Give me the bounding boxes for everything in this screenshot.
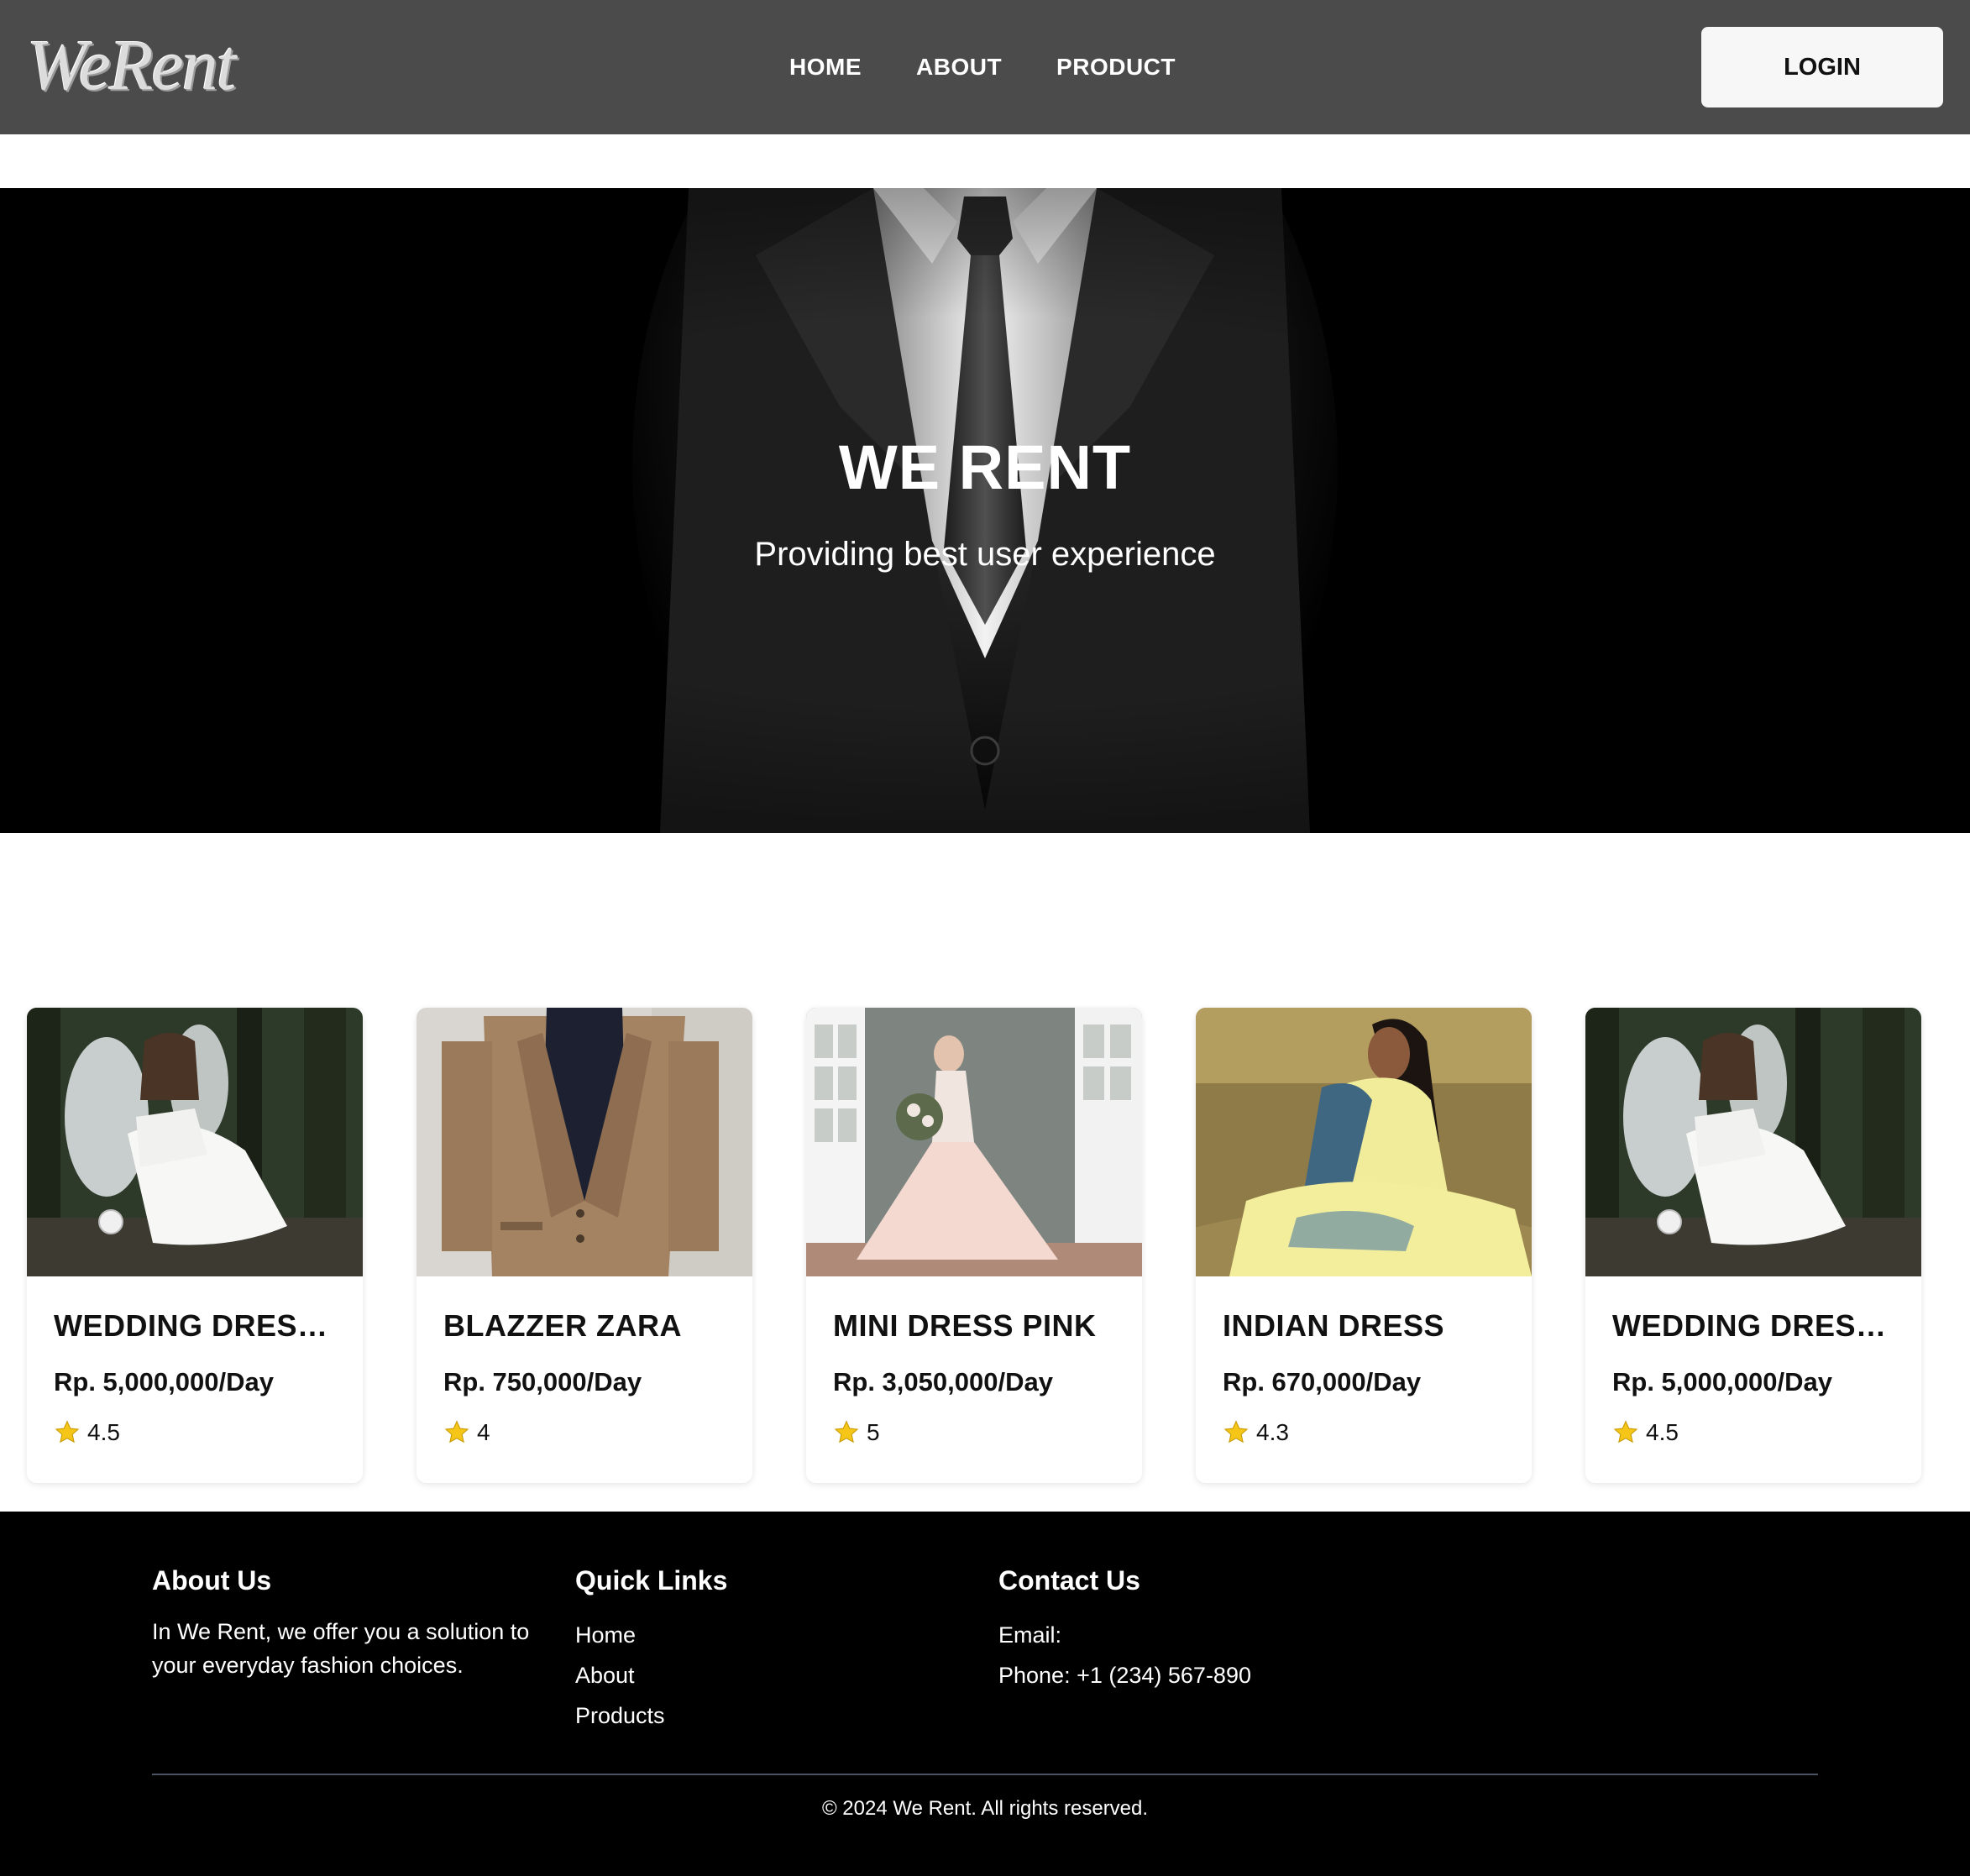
product-rating: 4.3 xyxy=(1223,1419,1289,1446)
star-icon xyxy=(444,1420,469,1444)
footer-quick-links-heading: Quick Links xyxy=(575,1565,728,1596)
footer-phone: Phone: +1 (234) 567-890 xyxy=(998,1663,1251,1688)
login-button[interactable]: LOGIN xyxy=(1701,27,1943,107)
product-image-indian-dress xyxy=(1196,1008,1532,1276)
product-title: WEDDING DRESS FAIRY xyxy=(1612,1308,1898,1343)
hero-title: WE RENT xyxy=(838,432,1132,502)
product-rating: 4.5 xyxy=(1612,1419,1679,1446)
hero-subtitle: Providing best user experience xyxy=(754,536,1216,573)
nav-link-home[interactable]: HOME xyxy=(789,54,862,81)
rating-value: 4.5 xyxy=(87,1419,120,1445)
product-image-pink-dress xyxy=(806,1008,1142,1276)
footer-quick-links: Quick Links Home About Products xyxy=(575,1565,727,1736)
product-image-fairy-dress xyxy=(1585,1008,1921,1276)
star-icon xyxy=(1613,1420,1638,1444)
product-title: BLAZZER ZARA xyxy=(443,1308,682,1343)
footer-about: About Us In We Rent, we offer you a solu… xyxy=(152,1565,555,1682)
footer-copyright: © 2024 We Rent. All rights reserved. xyxy=(821,1797,1149,1820)
product-title: WEDDING DRESS FAIRY xyxy=(54,1308,339,1343)
star-icon xyxy=(834,1420,859,1444)
navbar: WeRent HOME ABOUT PRODUCT LOGIN xyxy=(0,0,1970,134)
nav-link-product[interactable]: PRODUCT xyxy=(1056,54,1176,81)
product-title: MINI DRESS PINK xyxy=(833,1308,1097,1343)
footer-contact: Contact Us Email: Phone: +1 (234) 567-89… xyxy=(998,1565,1251,1695)
footer-link-home[interactable]: Home xyxy=(575,1615,727,1655)
product-card[interactable]: WEDDING DRESS FAIRY Rp. 5,000,000/Day 4.… xyxy=(27,1008,363,1483)
hero-banner: WE RENT Providing best user experience xyxy=(0,188,1970,833)
product-card[interactable]: INDIAN DRESS Rp. 670,000/Day 4.3 xyxy=(1196,1008,1532,1483)
product-rating: 5 xyxy=(833,1419,880,1446)
rating-value: 4.3 xyxy=(1256,1419,1289,1445)
product-rating: 4 xyxy=(443,1419,490,1446)
rating-value: 4.5 xyxy=(1646,1419,1679,1445)
rating-value: 4 xyxy=(477,1419,490,1445)
star-icon xyxy=(1223,1420,1249,1444)
product-price: Rp. 5,000,000/Day xyxy=(1612,1367,1832,1397)
product-image-blazer xyxy=(417,1008,752,1276)
star-icon xyxy=(55,1420,80,1444)
footer-about-heading: About Us xyxy=(152,1565,272,1596)
logo-text: WeRent xyxy=(27,24,237,105)
product-price: Rp. 750,000/Day xyxy=(443,1367,642,1397)
product-card[interactable]: BLAZZER ZARA Rp. 750,000/Day 4 xyxy=(417,1008,752,1483)
logo[interactable]: WeRent xyxy=(27,18,237,111)
nav-link-about[interactable]: ABOUT xyxy=(916,54,1002,81)
hero-suit-image xyxy=(0,188,1970,833)
product-image-fairy-dress xyxy=(27,1008,363,1276)
rating-value: 5 xyxy=(867,1419,880,1445)
footer-email: Email: xyxy=(998,1622,1062,1648)
footer-about-text: In We Rent, we offer you a solution to y… xyxy=(152,1619,530,1678)
product-price: Rp. 5,000,000/Day xyxy=(54,1367,274,1397)
footer-link-products[interactable]: Products xyxy=(575,1695,727,1736)
product-price: Rp. 670,000/Day xyxy=(1223,1367,1422,1397)
product-card[interactable]: WEDDING DRESS FAIRY Rp. 5,000,000/Day 4.… xyxy=(1585,1008,1921,1483)
footer-link-about[interactable]: About xyxy=(575,1655,727,1695)
footer: About Us In We Rent, we offer you a solu… xyxy=(0,1512,1970,1876)
footer-divider xyxy=(152,1774,1818,1775)
product-rating: 4.5 xyxy=(54,1419,120,1446)
product-card[interactable]: MINI DRESS PINK Rp. 3,050,000/Day 5 xyxy=(806,1008,1142,1483)
product-title: INDIAN DRESS xyxy=(1223,1308,1445,1343)
product-list: WEDDING DRESS FAIRY Rp. 5,000,000/Day 4.… xyxy=(0,1008,1970,1483)
nav-links: HOME ABOUT PRODUCT xyxy=(789,0,1176,134)
footer-contact-heading: Contact Us xyxy=(998,1565,1140,1596)
product-price: Rp. 3,050,000/Day xyxy=(833,1367,1053,1397)
